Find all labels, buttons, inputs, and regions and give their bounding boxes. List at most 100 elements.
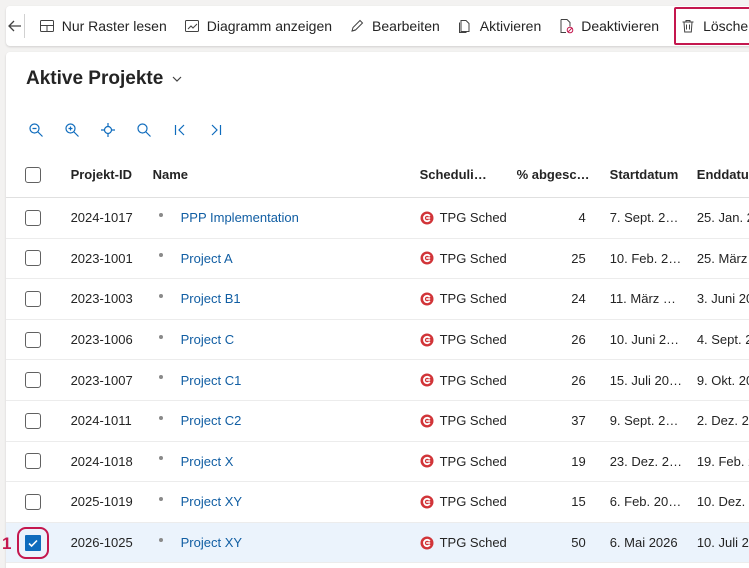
zoom-in-button[interactable] bbox=[64, 120, 100, 140]
start-date-cell: 10. Juni 2… bbox=[609, 332, 680, 348]
project-name-link[interactable]: Project XY bbox=[181, 535, 242, 550]
row-checkbox[interactable] bbox=[25, 412, 41, 429]
bullet-icon bbox=[158, 375, 163, 380]
command-bar: Nur Raster lesen Diagramm anzeigen Bearb… bbox=[6, 6, 749, 46]
zoom-out-button[interactable] bbox=[28, 120, 64, 140]
activate-button[interactable]: Aktivieren bbox=[449, 6, 550, 46]
project-schedule-icon bbox=[420, 333, 434, 347]
show-chart-label: Diagramm anzeigen bbox=[206, 18, 333, 34]
project-id-cell: 2024-1011 bbox=[70, 413, 132, 429]
percent-complete-cell: 4 bbox=[578, 210, 586, 226]
project-name-link[interactable]: Project X bbox=[181, 454, 234, 469]
column-header-percent-complete[interactable]: % abgesc… bbox=[509, 167, 598, 182]
project-schedule-icon bbox=[420, 536, 434, 550]
view-selector[interactable]: Aktive Projekte bbox=[26, 68, 183, 90]
project-name-link[interactable]: Project C1 bbox=[181, 373, 242, 388]
project-schedule-icon bbox=[420, 495, 434, 509]
project-schedule-icon bbox=[420, 454, 434, 468]
start-date-cell: 11. März … bbox=[609, 291, 676, 307]
bullet-icon bbox=[158, 293, 163, 298]
table-row[interactable]: 2024-1011 Project C2 TPG Sched 37 9. Sep… bbox=[6, 401, 749, 442]
start-date-cell: 6. Mai 2026 bbox=[609, 535, 678, 551]
project-name-link[interactable]: Project A bbox=[181, 251, 233, 266]
row-checkbox[interactable] bbox=[25, 290, 41, 307]
row-checkbox[interactable] bbox=[25, 493, 41, 510]
project-id-cell: 2023-1001 bbox=[70, 250, 133, 266]
project-name-link[interactable]: PPP Implementation bbox=[181, 210, 299, 225]
zoom-in-icon bbox=[65, 123, 79, 137]
delete-label: Löschen bbox=[703, 18, 749, 34]
table-row[interactable]: 2025-1019 Project XY TPG Sched 15 6. Feb… bbox=[6, 482, 749, 523]
column-header-name[interactable]: Name bbox=[153, 167, 420, 182]
project-id-cell: 2024-1018 bbox=[70, 453, 133, 469]
project-name-link[interactable]: Project B1 bbox=[181, 291, 241, 306]
table-row[interactable]: 2023-1006 Project C TPG Sched 26 10. Jun… bbox=[6, 320, 749, 361]
table-row[interactable]: 2024-1018 Project X TPG Sched 19 23. Dez… bbox=[6, 442, 749, 483]
back-button[interactable] bbox=[6, 6, 24, 46]
search-button[interactable] bbox=[136, 120, 172, 140]
project-name-link[interactable]: Project C bbox=[181, 332, 234, 347]
project-id-cell: 2023-1006 bbox=[70, 332, 133, 348]
project-schedule-icon bbox=[420, 414, 434, 428]
row-checkbox[interactable] bbox=[25, 209, 41, 226]
grid-header: Projekt-ID Name Scheduli… % abgesc… Star… bbox=[6, 152, 749, 198]
fit-to-screen-button[interactable] bbox=[100, 120, 136, 140]
bullet-icon bbox=[158, 334, 163, 339]
checkmark-icon bbox=[28, 539, 38, 547]
project-id-cell: 2025-1019 bbox=[70, 494, 133, 510]
bullet-icon bbox=[158, 212, 163, 217]
project-schedule-icon bbox=[420, 211, 434, 225]
go-to-start-button[interactable] bbox=[172, 120, 208, 140]
search-icon bbox=[137, 123, 151, 137]
project-name-link[interactable]: Project XY bbox=[181, 494, 242, 509]
read-only-grid-button[interactable]: Nur Raster lesen bbox=[31, 6, 176, 46]
fit-icon bbox=[101, 123, 115, 137]
document-copy-icon bbox=[458, 20, 470, 33]
table-row[interactable]: 2023-1003 Project B1 TPG Sched 24 11. Mä… bbox=[6, 279, 749, 320]
project-schedule-icon bbox=[420, 292, 434, 306]
column-header-end-date[interactable]: Enddatu bbox=[687, 167, 749, 182]
table-row[interactable]: 2026-1025 Project XY TPG Sched 50 6. Mai… bbox=[6, 522, 749, 564]
callout-number-one: 1 bbox=[2, 534, 12, 553]
start-date-cell: 15. Juli 20… bbox=[609, 372, 682, 388]
deactivate-label: Deaktivieren bbox=[581, 18, 660, 34]
projects-grid: Projekt-ID Name Scheduli… % abgesc… Star… bbox=[6, 152, 749, 564]
scheduling-cell: TPG Sched bbox=[439, 535, 507, 551]
row-checkbox[interactable] bbox=[25, 250, 41, 267]
row-checkbox[interactable] bbox=[25, 372, 41, 389]
table-row[interactable]: 2024-1017 PPP Implementation TPG Sched 4… bbox=[6, 198, 749, 239]
percent-complete-cell: 26 bbox=[571, 332, 586, 348]
edit-button[interactable]: Bearbeiten bbox=[341, 6, 449, 46]
percent-complete-cell: 37 bbox=[571, 413, 586, 429]
edit-label: Bearbeiten bbox=[372, 18, 440, 34]
start-date-cell: 23. Dez. 2… bbox=[609, 453, 682, 469]
percent-complete-cell: 24 bbox=[571, 291, 586, 307]
start-date-cell: 9. Sept. 2… bbox=[609, 413, 679, 429]
table-row[interactable]: 2023-1001 Project A TPG Sched 25 10. Feb… bbox=[6, 239, 749, 280]
end-date-cell: 10. Juli 2 bbox=[696, 535, 749, 551]
delete-button[interactable]: Löschen bbox=[674, 7, 749, 45]
end-date-cell: 9. Okt. 20 bbox=[696, 372, 749, 388]
deactivate-button[interactable]: Deaktivieren bbox=[550, 6, 668, 46]
row-checkbox[interactable] bbox=[25, 453, 41, 470]
column-header-project-id[interactable]: Projekt-ID bbox=[64, 167, 153, 182]
go-to-end-button[interactable] bbox=[208, 120, 244, 140]
project-name-link[interactable]: Project C2 bbox=[181, 413, 242, 428]
scheduling-cell: TPG Sched bbox=[439, 250, 507, 266]
zoom-out-icon bbox=[29, 123, 43, 137]
show-chart-button[interactable]: Diagramm anzeigen bbox=[176, 6, 341, 46]
percent-complete-cell: 19 bbox=[571, 453, 586, 469]
view-title: Aktive Projekte bbox=[26, 68, 164, 89]
project-id-cell: 2023-1003 bbox=[70, 291, 133, 307]
grid-icon bbox=[39, 20, 54, 32]
activate-label: Aktivieren bbox=[479, 18, 542, 34]
column-header-scheduling[interactable]: Scheduli… bbox=[420, 167, 509, 182]
start-date-cell: 6. Feb. 20… bbox=[609, 494, 682, 510]
column-header-start-date[interactable]: Startdatum bbox=[598, 167, 687, 182]
select-all-checkbox[interactable] bbox=[25, 166, 41, 183]
scheduling-cell: TPG Sched bbox=[439, 453, 507, 469]
row-checkbox[interactable] bbox=[25, 331, 41, 348]
table-row[interactable]: 2023-1007 Project C1 TPG Sched 26 15. Ju… bbox=[6, 360, 749, 401]
row-checkbox[interactable] bbox=[17, 526, 49, 559]
end-date-cell: 2. Dez. 20 bbox=[696, 413, 749, 429]
